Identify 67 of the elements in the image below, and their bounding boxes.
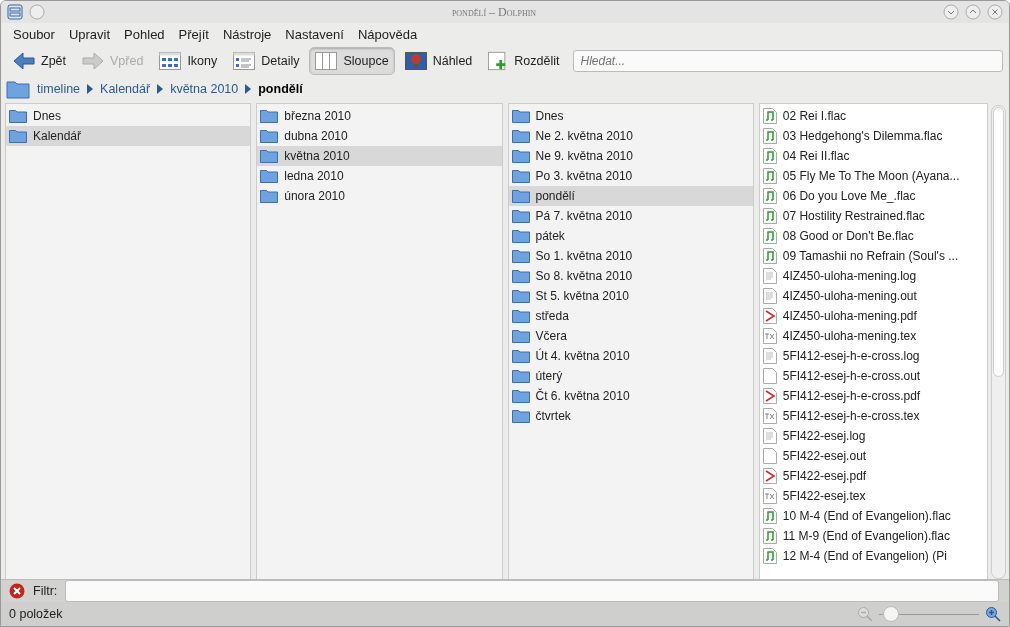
- menu-item[interactable]: Upravit: [68, 26, 111, 42]
- menu-item[interactable]: Pohled: [124, 26, 165, 42]
- file-item[interactable]: So 1. května 2010: [508, 246, 753, 266]
- file-item[interactable]: 07 Hostility Restrained.flac: [759, 206, 988, 226]
- file-item[interactable]: Po 3. května 2010: [508, 166, 753, 186]
- file-item[interactable]: Út 4. května 2010: [508, 346, 753, 366]
- menu-item[interactable]: Soubor: [13, 26, 55, 42]
- file-item[interactable]: března 2010: [257, 106, 502, 126]
- breadcrumb-item[interactable]: května 2010: [170, 82, 239, 96]
- file-item[interactable]: So 8. května 2010: [508, 266, 753, 286]
- icons-button[interactable]: Ikony: [153, 47, 224, 75]
- file-item[interactable]: února 2010: [257, 186, 502, 206]
- preview-button[interactable]: Náhled: [398, 47, 479, 75]
- window-title: pondělí – Dolphin: [450, 4, 538, 20]
- file-item[interactable]: St 5. května 2010: [508, 286, 753, 306]
- menu-item[interactable]: Přejít: [178, 26, 209, 42]
- file-item[interactable]: Ne 2. května 2010: [508, 126, 753, 146]
- file-item[interactable]: 5FI422-esej.log: [759, 426, 988, 446]
- file-item[interactable]: května 2010: [257, 146, 502, 166]
- split-button[interactable]: Rozdělit: [482, 47, 566, 75]
- file-item[interactable]: 5FI422-esej.pdf: [759, 466, 988, 486]
- file-item[interactable]: 10 M-4 (End of Evangelion).flac: [759, 506, 988, 526]
- file-item[interactable]: 04 Rei II.flac: [759, 146, 988, 166]
- file-item[interactable]: 06 Do you Love Me_.flac: [759, 186, 988, 206]
- file-item[interactable]: Včera: [508, 326, 753, 346]
- file-item[interactable]: 4IZ450-uloha-mening.tex: [759, 326, 988, 346]
- status-text: 0 položek: [9, 607, 63, 621]
- file-item[interactable]: Čt 6. května 2010: [508, 386, 753, 406]
- file-item[interactable]: 4IZ450-uloha-mening.log: [759, 266, 988, 286]
- file-item[interactable]: Pá 7. května 2010: [508, 206, 753, 226]
- file-item[interactable]: 08 Good or Don't Be.flac: [759, 226, 988, 246]
- file-item[interactable]: 4IZ450-uloha-mening.out: [759, 286, 988, 306]
- file-item[interactable]: 09 Tamashii no Refrain (Soul's ...: [759, 246, 988, 266]
- file-item[interactable]: 12 M-4 (End of Evangelion) (Pi: [759, 546, 988, 566]
- search-field[interactable]: Hledat...: [573, 50, 1003, 72]
- breadcrumb-item[interactable]: Kalendář: [100, 82, 151, 96]
- file-item[interactable]: 02 Rei I.flac: [759, 106, 988, 126]
- file-item[interactable]: čtvrtek: [508, 406, 753, 426]
- file-item[interactable]: 4IZ450-uloha-mening.pdf: [759, 306, 988, 326]
- file-item[interactable]: 5FI412-esej-h-e-cross.tex: [759, 406, 988, 426]
- file-item[interactable]: Ne 9. května 2010: [508, 146, 753, 166]
- file-item[interactable]: 5FI422-esej.tex: [759, 486, 988, 506]
- file-item[interactable]: dubna 2010: [257, 126, 502, 146]
- file-item[interactable]: úterý: [508, 366, 753, 386]
- file-item[interactable]: pondělí: [508, 186, 753, 206]
- file-item[interactable]: Kalendář: [6, 126, 251, 146]
- file-item[interactable]: Dnes: [508, 106, 753, 126]
- details-button[interactable]: Detaily: [227, 47, 306, 75]
- menu-item[interactable]: Nápověda: [357, 26, 418, 42]
- menu-item[interactable]: Nástroje: [222, 26, 272, 42]
- filter-label: Filtr:: [33, 584, 58, 598]
- file-item[interactable]: 5FI422-esej.out: [759, 446, 988, 466]
- file-item[interactable]: 03 Hedgehong's Dilemma.flac: [759, 126, 988, 146]
- file-item[interactable]: středa: [508, 306, 753, 326]
- file-item[interactable]: 5FI412-esej-h-e-cross.out: [759, 366, 988, 386]
- file-item[interactable]: 5FI412-esej-h-e-cross.log: [759, 346, 988, 366]
- breadcrumb-item[interactable]: timeline: [37, 82, 81, 96]
- menu-item[interactable]: Nastavení: [285, 26, 344, 42]
- file-item[interactable]: 5FI412-esej-h-e-cross.pdf: [759, 386, 988, 406]
- file-item[interactable]: pátek: [508, 226, 753, 246]
- file-item[interactable]: ledna 2010: [257, 166, 502, 186]
- breadcrumb-item[interactable]: pondělí: [258, 82, 303, 96]
- file-item[interactable]: 11 M-9 (End of Evangelion).flac: [759, 526, 988, 546]
- columns-button[interactable]: Sloupce: [309, 47, 395, 75]
- back-button[interactable]: Zpět: [7, 47, 72, 75]
- file-item[interactable]: Dnes: [6, 106, 251, 126]
- file-item[interactable]: 05 Fly Me To The Moon (Ayana...: [759, 166, 988, 186]
